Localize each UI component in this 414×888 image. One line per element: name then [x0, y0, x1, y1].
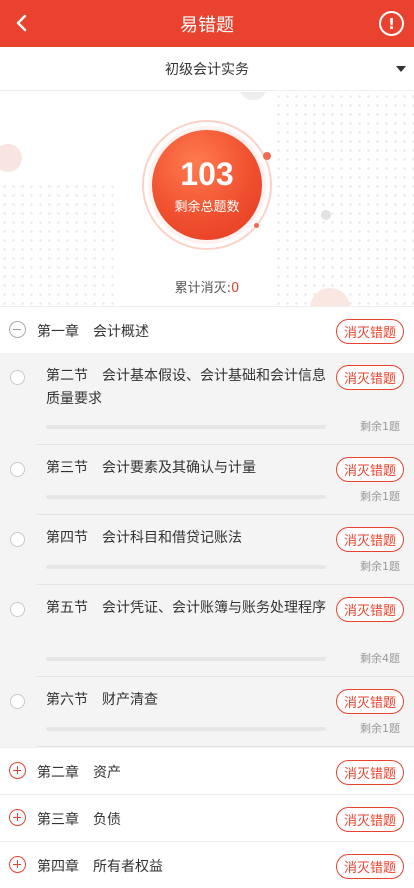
- remaining-count: 103: [180, 155, 234, 192]
- chapter-row[interactable]: 第三章 负债 消灭错题: [0, 794, 414, 841]
- eliminate-errors-button[interactable]: 消灭错题: [336, 457, 404, 482]
- eliminate-errors-button[interactable]: 消灭错题: [336, 319, 404, 344]
- remaining-count-text: 剩余4题: [360, 652, 400, 665]
- expand-icon[interactable]: [9, 856, 26, 873]
- section-row[interactable]: 第五节 会计凭证、会计账簿与账务处理程序 消灭错题剩余4题: [0, 585, 414, 677]
- eliminate-errors-button[interactable]: 消灭错题: [336, 760, 404, 785]
- section-title: 第六节 财产清查: [46, 692, 158, 708]
- remaining-count-text: 剩余1题: [360, 722, 400, 735]
- section-title: 第五节 会计凭证、会计账簿与账务处理程序: [46, 600, 326, 616]
- chapter-title: 第二章 资产: [37, 765, 121, 781]
- eliminate-errors-button[interactable]: 消灭错题: [336, 365, 404, 390]
- collapse-icon[interactable]: [9, 321, 26, 338]
- expand-icon[interactable]: [9, 809, 26, 826]
- chapter-row[interactable]: 第一章 会计概述 消灭错题: [0, 306, 414, 353]
- circle-decoration: [0, 144, 22, 172]
- cumulative-eliminated: 累计消灭:0: [0, 277, 414, 296]
- caret-down-icon: [396, 66, 406, 72]
- progress-bar: [46, 727, 326, 731]
- chapter-title: 第一章 会计概述: [37, 324, 149, 340]
- ring-dot-decoration: [254, 223, 259, 228]
- eliminate-errors-button[interactable]: 消灭错题: [336, 807, 404, 832]
- progress-bar: [46, 425, 326, 429]
- circle-decoration: [240, 92, 266, 100]
- section-row[interactable]: 第六节 财产清查 消灭错题剩余1题: [0, 677, 414, 747]
- eliminate-errors-button[interactable]: 消灭错题: [336, 527, 404, 552]
- eliminate-errors-button[interactable]: 消灭错题: [336, 689, 404, 714]
- remaining-count-text: 剩余1题: [360, 490, 400, 503]
- remaining-count-text: 剩余1题: [360, 560, 400, 573]
- section-select-radio[interactable]: [10, 462, 25, 477]
- section-row[interactable]: 第二节 会计基本假设、会计基础和会计信息质量要求 消灭错题剩余1题: [0, 353, 414, 445]
- progress-bar: [46, 657, 326, 661]
- section-select-radio[interactable]: [10, 370, 25, 385]
- progress-bar: [46, 495, 326, 499]
- subject-name: 初级会计实务: [165, 61, 249, 78]
- section-row[interactable]: 第三节 会计要素及其确认与计量 消灭错题剩余1题: [0, 445, 414, 515]
- chapter-row[interactable]: 第四章 所有者权益 消灭错题: [0, 841, 414, 888]
- eliminate-errors-button[interactable]: 消灭错题: [336, 597, 404, 622]
- progress-bar: [46, 565, 326, 569]
- section-select-radio[interactable]: [10, 602, 25, 617]
- stats-panel: 103 剩余总题数 累计消灭:0: [0, 92, 414, 306]
- chapter-title: 第四章 所有者权益: [37, 859, 163, 875]
- section-list: 第二节 会计基本假设、会计基础和会计信息质量要求 消灭错题 剩余1题 第三节 会计要素…: [0, 353, 414, 747]
- header-bar: 易错题 !: [0, 0, 414, 47]
- page-title: 易错题: [180, 14, 234, 36]
- dot-pattern-decoration: [274, 92, 414, 306]
- remaining-count-label: 剩余总题数: [174, 199, 240, 215]
- section-title: 第四节 会计科目和借贷记账法: [46, 530, 242, 546]
- remaining-count-badge: 103 剩余总题数: [152, 130, 262, 240]
- remaining-count-text: 剩余1题: [360, 420, 400, 433]
- section-title: 第三节 会计要素及其确认与计量: [46, 460, 256, 476]
- section-select-radio[interactable]: [10, 532, 25, 547]
- expand-icon[interactable]: [9, 762, 26, 779]
- cumulative-label: 累计消灭:: [174, 281, 232, 296]
- chapter-row[interactable]: 第二章 资产 消灭错题: [0, 747, 414, 794]
- circle-decoration: [321, 210, 331, 220]
- chapter-title: 第三章 负债: [37, 812, 121, 828]
- section-title: 第二节 会计基本假设、会计基础和会计信息质量要求: [46, 368, 326, 407]
- eliminate-errors-button[interactable]: 消灭错题: [336, 854, 404, 879]
- cumulative-value: 0: [231, 281, 240, 296]
- section-row[interactable]: 第四节 会计科目和借贷记账法 消灭错题剩余1题: [0, 515, 414, 585]
- back-chevron-icon[interactable]: [8, 8, 38, 38]
- ring-dot-decoration: [263, 152, 271, 160]
- info-icon[interactable]: !: [379, 11, 404, 36]
- chapter-list: 第一章 会计概述 消灭错题 第二节 会计基本假设、会计基础和会计信息质量要求 消灭错题…: [0, 306, 414, 888]
- subject-selector[interactable]: 初级会计实务: [0, 47, 414, 91]
- section-select-radio[interactable]: [10, 694, 25, 709]
